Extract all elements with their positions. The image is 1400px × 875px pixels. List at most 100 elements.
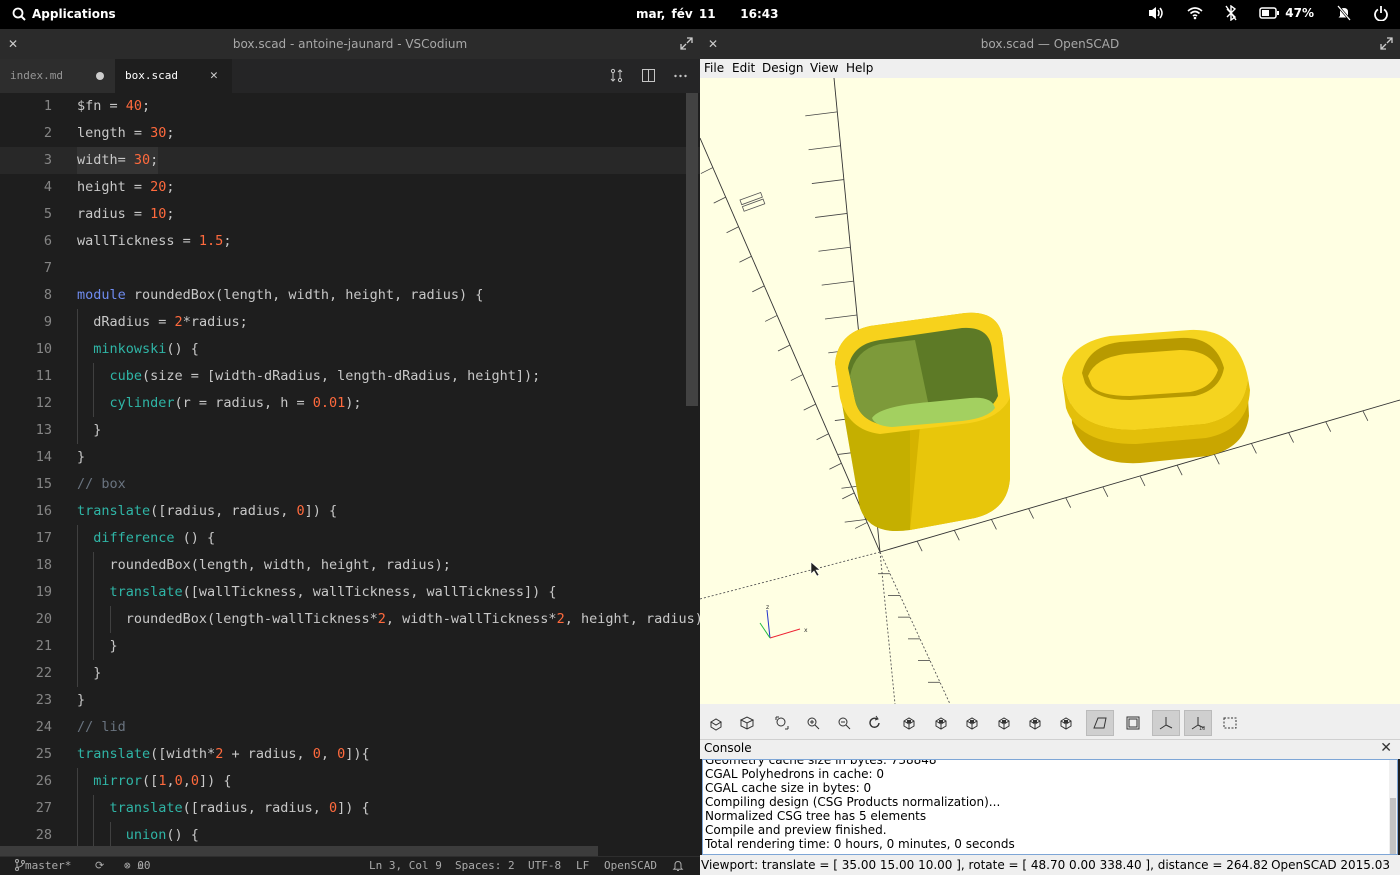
perspective-button[interactable]: [1086, 710, 1114, 736]
code-line[interactable]: 21 }: [0, 633, 700, 660]
view-left-button[interactable]: [990, 710, 1018, 736]
more-actions-icon[interactable]: [673, 68, 688, 83]
cursor-position[interactable]: Ln 3, Col 9: [369, 857, 442, 875]
view-back-button[interactable]: [1052, 710, 1080, 736]
volume-icon[interactable]: [1147, 5, 1165, 21]
code-editor[interactable]: 1 $fn = 40; 2 length = 30; 3 width= 30; 4 heigh…: [0, 93, 700, 856]
close-tab-icon[interactable]: ✕: [210, 59, 218, 93]
menu-design[interactable]: Design: [762, 61, 803, 75]
code-line[interactable]: 15 // box: [0, 471, 700, 498]
vscodium-window-title: box.scad - antoine-jaunard - VSCodium: [232, 37, 468, 51]
view-top-button[interactable]: [927, 710, 955, 736]
code-line[interactable]: 5 radius = 10;: [0, 201, 700, 228]
code-line[interactable]: 22 }: [0, 660, 700, 687]
code-line[interactable]: 28 union() {: [0, 822, 700, 849]
code-line[interactable]: 4 height = 20;: [0, 174, 700, 201]
applications-menu[interactable]: Applications: [12, 7, 116, 21]
code-line[interactable]: 25 translate([width*2 + radius, 0, 0]){: [0, 741, 700, 768]
code-line[interactable]: 6 wallTickness = 1.5;: [0, 228, 700, 255]
code-line[interactable]: 13 }: [0, 417, 700, 444]
axis-tick: [777, 344, 791, 352]
code-line[interactable]: 3 width= 30;: [0, 147, 700, 174]
code-line[interactable]: 11 cube(size = [width-dRadius, length-dR…: [0, 363, 700, 390]
code-token: () {: [166, 827, 199, 843]
show-scale-button[interactable]: 10: [1184, 710, 1212, 736]
indentation[interactable]: Spaces: 2: [455, 857, 515, 875]
code-line[interactable]: 26 mirror([1,0,0]) {: [0, 768, 700, 795]
split-editor-icon[interactable]: [641, 68, 656, 83]
language-mode[interactable]: OpenSCAD: [604, 857, 657, 875]
code-token: }: [77, 638, 118, 654]
zoom-out-button[interactable]: [830, 710, 858, 736]
view-bottom-button[interactable]: [958, 710, 986, 736]
open-changes-icon[interactable]: [609, 68, 624, 83]
orthogonal-button[interactable]: [1119, 710, 1147, 736]
code-line[interactable]: 23}: [0, 687, 700, 714]
console-scrollbar[interactable]: [1389, 760, 1397, 854]
view-all-button[interactable]: [768, 710, 796, 736]
menu-help[interactable]: Help: [846, 61, 873, 75]
editor-vertical-scrollbar[interactable]: [686, 93, 698, 406]
code-token: height =: [77, 179, 151, 195]
menu-file[interactable]: File: [704, 61, 724, 75]
menu-view[interactable]: View: [810, 61, 838, 75]
maximize-icon[interactable]: [1380, 37, 1393, 50]
code-line[interactable]: 2 length = 30;: [0, 120, 700, 147]
code-token: ,: [166, 773, 175, 789]
line-number: 20: [35, 611, 52, 627]
preview-button[interactable]: [702, 710, 730, 736]
code-line[interactable]: 7: [0, 255, 700, 282]
code-line[interactable]: 14}: [0, 444, 700, 471]
axis-tick: [805, 111, 838, 117]
maximize-icon[interactable]: [680, 37, 693, 50]
zoom-in-button[interactable]: [799, 710, 827, 736]
menu-edit[interactable]: Edit: [732, 61, 755, 75]
problems-indicator[interactable]: ⊗ 0 ⚠ 0: [124, 857, 151, 875]
code-line[interactable]: 10 minkowski() {: [0, 336, 700, 363]
show-scale-icon: 10: [1191, 717, 1205, 732]
3d-viewport[interactable]: x z: [700, 78, 1400, 704]
view-left-icon: [998, 717, 1010, 730]
code-line[interactable]: 18 roundedBox(length, width, height, rad…: [0, 552, 700, 579]
power-icon[interactable]: [1374, 5, 1388, 21]
code-line[interactable]: 9 dRadius = 2*radius;: [0, 309, 700, 336]
tab-box-scad[interactable]: box.scad ✕: [115, 59, 232, 93]
close-console-icon[interactable]: ✕: [1380, 740, 1392, 757]
close-window-icon[interactable]: ✕: [708, 29, 718, 59]
notification-bell-icon[interactable]: [672, 859, 684, 875]
code-line[interactable]: 12 cylinder(r = radius, h = 0.01);: [0, 390, 700, 417]
show-edges-button[interactable]: [1216, 710, 1244, 736]
clock[interactable]: mar, fév 11 16:43: [636, 7, 778, 21]
code-token: ([wallTickness, wallTickness, wallTickne…: [182, 584, 557, 600]
code-line[interactable]: 27 translate([radius, radius, 0]) {: [0, 795, 700, 822]
view-front-button[interactable]: [1021, 710, 1049, 736]
code-line[interactable]: 20 roundedBox(length-wallTickness*2, wid…: [0, 606, 700, 633]
code-text: width= 30;: [77, 147, 159, 174]
bluetooth-off-icon[interactable]: [1225, 5, 1237, 21]
show-axes-button[interactable]: [1152, 710, 1180, 736]
render-button[interactable]: [733, 710, 761, 736]
sync-icon[interactable]: ⟳: [95, 857, 104, 875]
wifi-icon[interactable]: [1187, 6, 1203, 20]
console-output[interactable]: Geometry cache size in bytes: 738848 CGAL…: [702, 759, 1398, 855]
console-line: Geometry cache size in bytes: 738848: [705, 759, 937, 767]
editor-horizontal-scrollbar[interactable]: [0, 846, 598, 856]
code-token: }: [77, 665, 102, 681]
git-branch[interactable]: master*: [14, 857, 71, 875]
code-line[interactable]: 17 difference () {: [0, 525, 700, 552]
reset-view-button[interactable]: [861, 710, 889, 736]
notifications-off-icon[interactable]: [1336, 5, 1352, 21]
code-line[interactable]: 1 $fn = 40;: [0, 93, 700, 120]
code-line[interactable]: 8 module roundedBox(length, width, height…: [0, 282, 700, 309]
code-line[interactable]: 16 translate([radius, radius, 0]) {: [0, 498, 700, 525]
close-window-icon[interactable]: ✕: [8, 29, 18, 59]
end-of-line[interactable]: LF: [576, 857, 589, 875]
tab-index-md[interactable]: index.md: [0, 59, 115, 93]
tab-label: box.scad: [125, 69, 178, 82]
code-line[interactable]: 19 translate([wallTickness, wallTickness…: [0, 579, 700, 606]
editor-actions: [609, 68, 688, 83]
battery-indicator[interactable]: 47%: [1259, 6, 1314, 20]
view-right-button[interactable]: [895, 710, 923, 736]
code-line[interactable]: 24 // lid: [0, 714, 700, 741]
encoding[interactable]: UTF-8: [528, 857, 561, 875]
